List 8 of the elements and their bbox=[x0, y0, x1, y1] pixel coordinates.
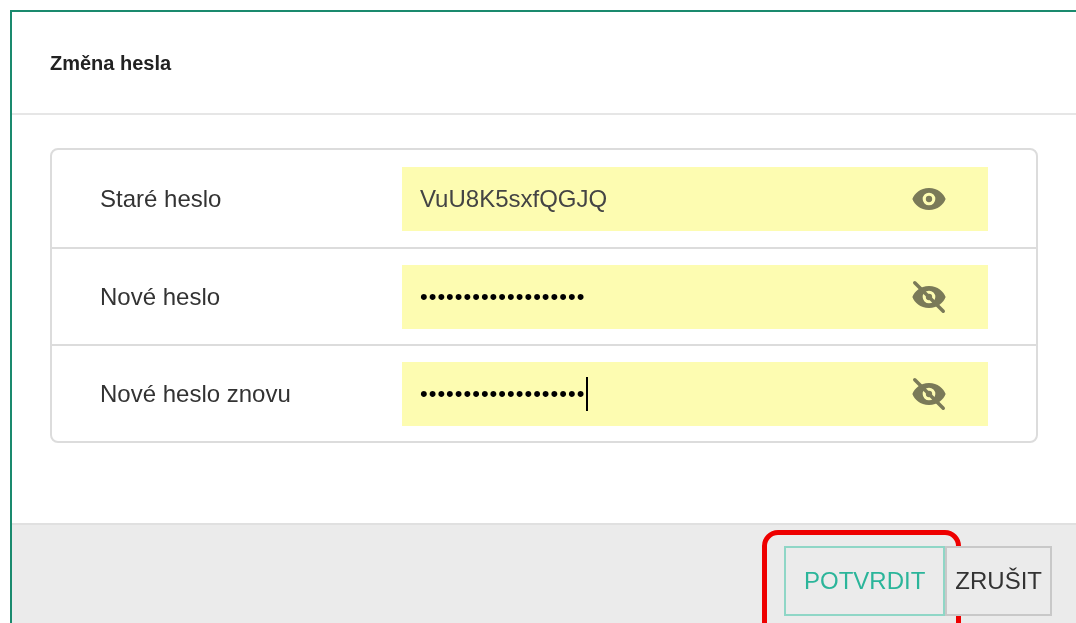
password-field[interactable]: ••••••••••••••••••• bbox=[402, 264, 988, 329]
dialog-title: Změna hesla bbox=[50, 50, 172, 76]
field-label: Nové heslo znovu bbox=[100, 378, 292, 409]
field-label: Nové heslo bbox=[100, 281, 222, 312]
field-label: Staré heslo bbox=[100, 183, 223, 214]
password-field[interactable]: VuU8K5sxfQGJQ bbox=[402, 166, 988, 231]
password-field[interactable]: ••••••••••••••••••• bbox=[402, 361, 988, 426]
cancel-button[interactable]: ZRUŠIT bbox=[945, 546, 1052, 616]
